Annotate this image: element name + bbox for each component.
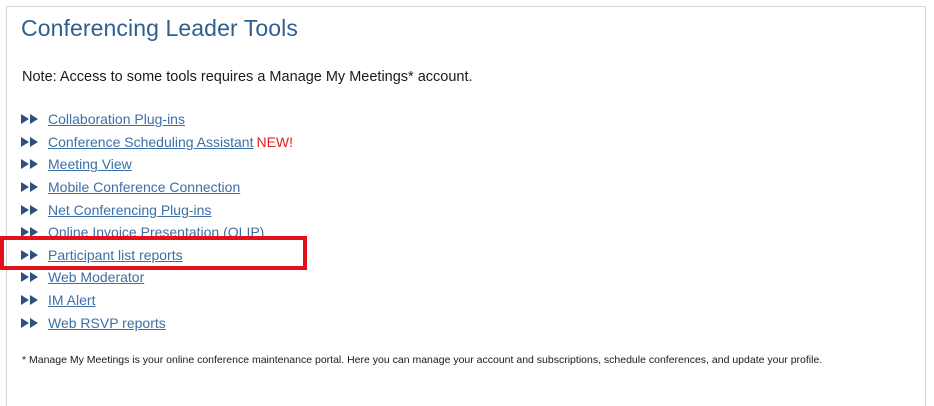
highlight-box: [0, 236, 307, 270]
new-badge: NEW!: [256, 133, 294, 150]
list-item: Net Conferencing Plug-ins: [20, 198, 293, 221]
footnote: * Manage My Meetings is your online conf…: [22, 354, 823, 366]
link-net-conferencing-plug-ins[interactable]: Net Conferencing Plug-ins: [48, 202, 211, 218]
list-item: Meeting View: [20, 153, 293, 176]
list-item: Conference Scheduling Assistant NEW!: [20, 131, 293, 154]
tools-link-list: Collaboration Plug-ins Conference Schedu…: [20, 108, 293, 334]
double-arrow-right-icon: [20, 204, 40, 216]
list-item: Web RSVP reports: [20, 311, 293, 334]
link-conference-scheduling-assistant[interactable]: Conference Scheduling Assistant: [48, 134, 253, 150]
double-arrow-right-icon: [20, 136, 40, 148]
link-mobile-conference-connection[interactable]: Mobile Conference Connection: [48, 179, 240, 195]
list-item: Mobile Conference Connection: [20, 176, 293, 199]
list-item: IM Alert: [20, 289, 293, 312]
link-web-moderator[interactable]: Web Moderator: [48, 269, 144, 285]
double-arrow-right-icon: [20, 317, 40, 329]
link-collaboration-plug-ins[interactable]: Collaboration Plug-ins: [48, 111, 185, 127]
double-arrow-right-icon: [20, 158, 40, 170]
list-item: Collaboration Plug-ins: [20, 108, 293, 131]
double-arrow-right-icon: [20, 271, 40, 283]
link-web-rsvp-reports[interactable]: Web RSVP reports: [48, 315, 166, 331]
double-arrow-right-icon: [20, 113, 40, 125]
link-meeting-view[interactable]: Meeting View: [48, 156, 132, 172]
access-note: Note: Access to some tools requires a Ma…: [22, 69, 473, 85]
page-title: Conferencing Leader Tools: [21, 15, 298, 41]
link-im-alert[interactable]: IM Alert: [48, 292, 95, 308]
double-arrow-right-icon: [20, 181, 40, 193]
double-arrow-right-icon: [20, 294, 40, 306]
